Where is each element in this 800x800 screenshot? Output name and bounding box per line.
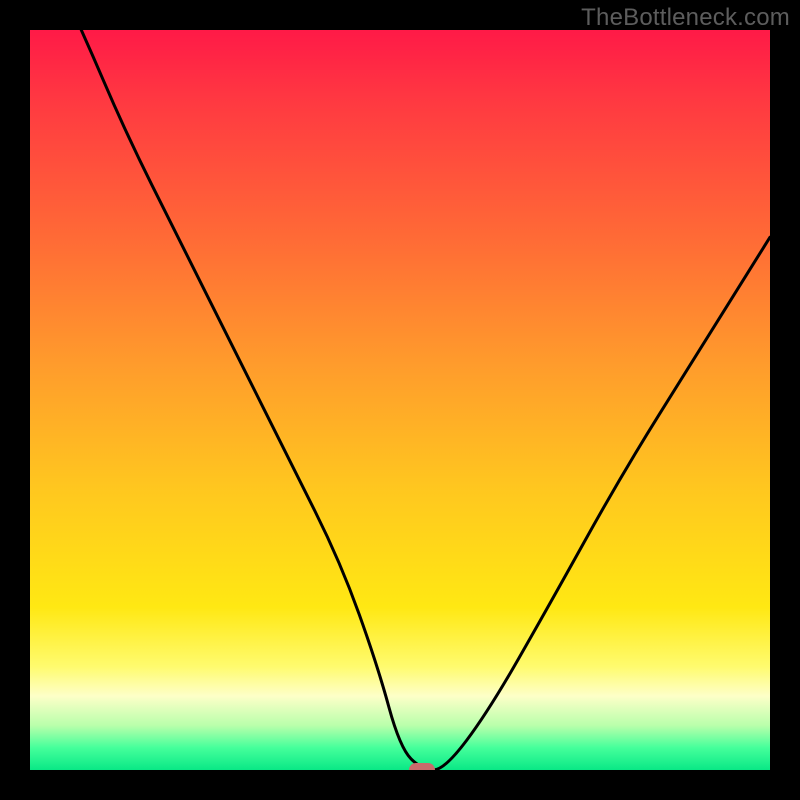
bottleneck-curve <box>30 30 770 770</box>
optimal-marker <box>409 763 435 770</box>
chart-frame: TheBottleneck.com <box>0 0 800 800</box>
curve-path <box>30 30 770 770</box>
watermark-text: TheBottleneck.com <box>581 4 790 32</box>
plot-area <box>30 30 770 770</box>
